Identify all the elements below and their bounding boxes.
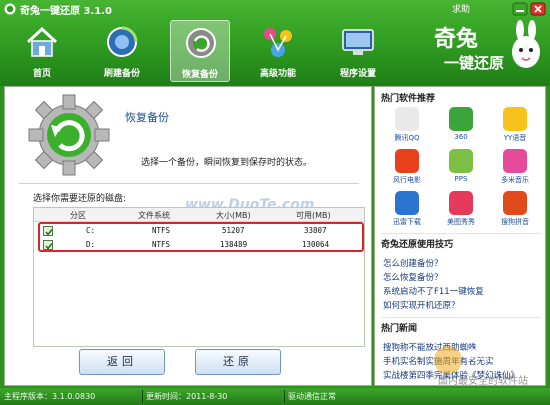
app-logo-icon bbox=[4, 3, 16, 15]
meitu-icon bbox=[449, 191, 473, 215]
back-button[interactable]: 返回 bbox=[79, 349, 165, 375]
header-free: 可用(MB) bbox=[296, 211, 331, 220]
brand-logo: 奇兔 一键还原 bbox=[434, 20, 540, 72]
minimize-button[interactable] bbox=[512, 2, 528, 16]
app-meitu[interactable]: 美图秀秀 bbox=[437, 189, 485, 229]
app-label: 迅雷下载 bbox=[393, 218, 421, 226]
title-toolbar-area: 奇兔一键还原 3.1.0 求助 首页 刷建备份 恢复备份 高级功能 程序设置 奇… bbox=[0, 0, 550, 86]
app-label: 风行电影 bbox=[393, 176, 421, 184]
xunlei-icon bbox=[395, 191, 419, 215]
restore-backup-icon bbox=[186, 28, 216, 58]
divider bbox=[381, 233, 541, 234]
header-partition: 分区 bbox=[70, 211, 86, 220]
tip-link[interactable]: 怎么创建备份？ bbox=[383, 257, 443, 269]
hot-software-title: 热门软件推荐 bbox=[381, 94, 436, 104]
tab-advanced[interactable]: 高级功能 bbox=[248, 20, 308, 82]
disk-table: 分区 文件系统 大小(MB) 可用(MB) C: NTFS 51207 3380… bbox=[33, 207, 365, 347]
sogou-icon bbox=[503, 191, 527, 215]
app-sogou[interactable]: 搜狗拼音 bbox=[491, 189, 539, 229]
qq-icon bbox=[395, 107, 419, 131]
close-icon bbox=[530, 2, 546, 16]
app-yy[interactable]: YY语音 bbox=[491, 105, 539, 145]
advanced-features-icon bbox=[264, 28, 292, 57]
tip-link[interactable]: 系统启动不了F11一键恢复 bbox=[383, 285, 484, 297]
restore-panel: 恢复备份 选择一个备份，瞬间恢复到保存时的状态。 www.DuoTe.com 选… bbox=[4, 86, 372, 386]
tab-restore-backup-label: 恢复备份 bbox=[181, 70, 218, 80]
home-icon bbox=[26, 26, 58, 57]
minimize-icon bbox=[512, 2, 528, 16]
tips-title: 奇兔还原使用技巧 bbox=[381, 240, 454, 250]
status-divider bbox=[142, 390, 143, 403]
app-label: 搜狗拼音 bbox=[501, 218, 529, 226]
watermark-line2: 国内最安全的软件站 bbox=[438, 374, 528, 387]
app-fengxing[interactable]: 风行电影 bbox=[383, 147, 431, 187]
page-title: 恢复备份 bbox=[125, 111, 169, 124]
tab-settings[interactable]: 程序设置 bbox=[328, 20, 388, 82]
status-bar: 主程序版本：3.1.0.0830 更新时间：2011-8-30 驱动通信正常 bbox=[0, 388, 550, 405]
close-button[interactable] bbox=[530, 2, 546, 16]
tab-create-backup[interactable]: 刷建备份 bbox=[92, 20, 152, 82]
watermark-line1: 多特软件站 bbox=[466, 346, 526, 361]
app-label: 腾讯QQ bbox=[394, 134, 420, 142]
app-label: 360 bbox=[454, 133, 468, 141]
app-grid: 腾讯QQ 360 YY语音 风行电影 PPS 多米音乐 迅雷下载 美图秀秀 搜狗… bbox=[383, 105, 539, 227]
hero: 恢复备份 选择一个备份，瞬间恢复到保存时的状态。 bbox=[5, 87, 371, 187]
window-title: 奇兔一键还原 3.1.0 bbox=[20, 6, 112, 17]
restore-button[interactable]: 还原 bbox=[195, 349, 281, 375]
divider bbox=[381, 317, 541, 318]
news-title: 热门新闻 bbox=[381, 324, 418, 334]
restore-gear-icon bbox=[28, 94, 110, 176]
tip-link[interactable]: 怎么恢复备份？ bbox=[383, 271, 443, 283]
choose-disk-label: 选择你需要还原的磁盘: bbox=[33, 194, 127, 204]
svg-text:奇兔: 奇兔 bbox=[434, 26, 478, 52]
app-qq[interactable]: 腾讯QQ bbox=[383, 105, 431, 145]
app-label: PPS bbox=[454, 175, 468, 183]
site-watermark-logo: 多特软件站 国内最安全的软件站 bbox=[434, 346, 528, 387]
highlight-box bbox=[38, 222, 364, 252]
tab-home[interactable]: 首页 bbox=[12, 20, 72, 82]
svg-text:一键还原: 一键还原 bbox=[444, 54, 504, 72]
app-360[interactable]: 360 bbox=[437, 105, 485, 145]
table-header: 分区 文件系统 大小(MB) 可用(MB) bbox=[34, 208, 364, 222]
app-pps[interactable]: PPS bbox=[437, 147, 485, 187]
header-filesystem: 文件系统 bbox=[138, 211, 170, 220]
fengxing-icon bbox=[395, 149, 419, 173]
tab-home-label: 首页 bbox=[32, 69, 51, 79]
status-updated: 更新时间：2011-8-30 bbox=[146, 392, 228, 401]
pps-icon bbox=[449, 149, 473, 173]
app-label: 美图秀秀 bbox=[447, 218, 475, 226]
360-icon bbox=[449, 107, 473, 131]
tab-create-backup-label: 刷建备份 bbox=[103, 69, 140, 79]
window-controls bbox=[512, 2, 546, 16]
yy-icon bbox=[503, 107, 527, 131]
tip-link[interactable]: 如何实现开机还原？ bbox=[383, 299, 460, 311]
tab-settings-label: 程序设置 bbox=[339, 69, 376, 79]
status-driver: 驱动通信正常 bbox=[288, 392, 336, 401]
app-label: 多米音乐 bbox=[501, 176, 529, 184]
divider bbox=[19, 183, 359, 184]
status-version: 主程序版本：3.1.0.0830 bbox=[4, 392, 96, 401]
create-backup-icon bbox=[107, 26, 138, 57]
duomi-icon bbox=[503, 149, 527, 173]
header-size: 大小(MB) bbox=[216, 211, 251, 220]
app-xunlei[interactable]: 迅雷下载 bbox=[383, 189, 431, 229]
settings-monitor-icon bbox=[342, 29, 374, 55]
tab-restore-backup[interactable]: 恢复备份 bbox=[170, 20, 230, 82]
tab-advanced-label: 高级功能 bbox=[259, 69, 296, 79]
page-description: 选择一个备份，瞬间恢复到保存时的状态。 bbox=[141, 158, 313, 168]
app-duomi[interactable]: 多米音乐 bbox=[491, 147, 539, 187]
status-divider bbox=[284, 390, 285, 403]
help-link[interactable]: 求助 bbox=[452, 2, 470, 15]
app-label: YY语音 bbox=[503, 134, 527, 142]
